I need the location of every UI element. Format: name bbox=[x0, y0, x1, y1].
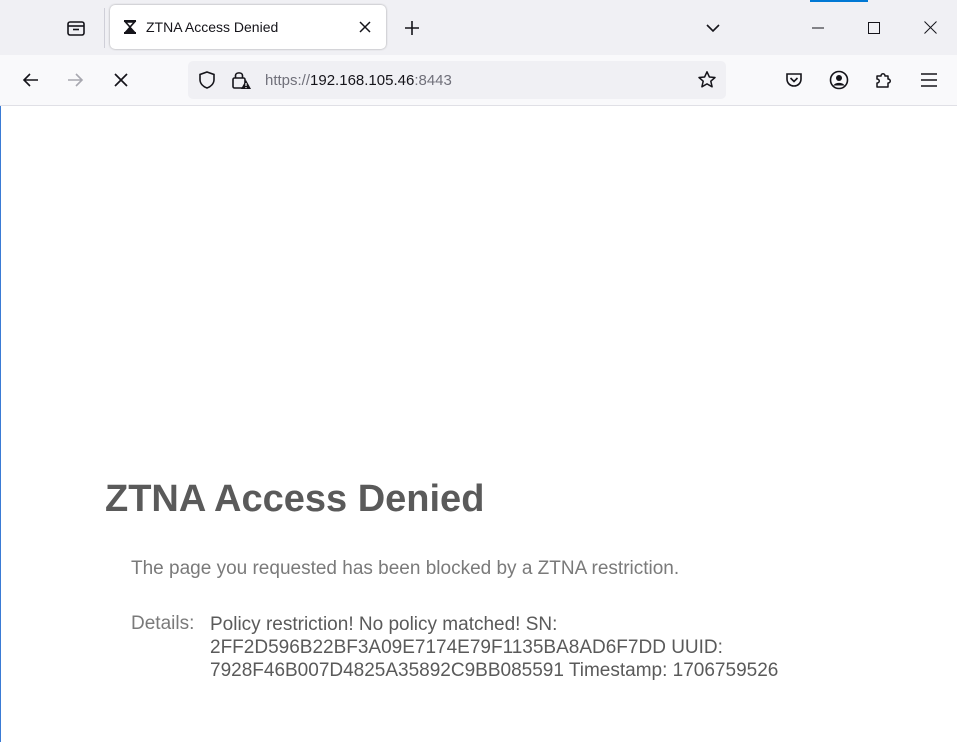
app-menu-button[interactable] bbox=[913, 64, 945, 96]
details-line: 7928F46B007D4825A35892C9BB085591 Timesta… bbox=[210, 660, 779, 681]
hamburger-menu-icon bbox=[921, 73, 937, 87]
tab-bar: ZTNA Access Denied bbox=[0, 0, 957, 55]
plus-icon bbox=[404, 20, 420, 36]
tab-list-button[interactable] bbox=[60, 12, 92, 44]
star-icon[interactable] bbox=[697, 70, 717, 90]
tab-active[interactable]: ZTNA Access Denied bbox=[110, 5, 386, 49]
forward-button[interactable] bbox=[59, 64, 91, 96]
url-port: :8443 bbox=[414, 72, 452, 89]
stop-button[interactable] bbox=[105, 64, 137, 96]
list-all-tabs-button[interactable] bbox=[697, 12, 729, 44]
url-host: 192.168.105.46 bbox=[310, 72, 415, 89]
new-tab-button[interactable] bbox=[396, 12, 428, 44]
maximize-icon bbox=[868, 21, 880, 34]
maximize-button[interactable] bbox=[851, 0, 897, 55]
details-line: 2FF2D596B22BF3A09E7174E79F1135BA8AD6F7DD… bbox=[210, 637, 723, 658]
navigation-toolbar: https://192.168.105.46:8443 bbox=[0, 55, 957, 106]
details-line: Policy restriction! No policy matched! S… bbox=[210, 614, 558, 635]
extensions-button[interactable] bbox=[868, 64, 900, 96]
back-button[interactable] bbox=[15, 64, 47, 96]
tab-separator bbox=[104, 8, 105, 48]
pocket-icon bbox=[785, 71, 803, 89]
arrow-right-icon bbox=[66, 71, 84, 89]
details-label: Details: bbox=[131, 613, 195, 634]
window-left-border bbox=[0, 106, 1, 742]
tab-close-button[interactable] bbox=[354, 16, 376, 38]
account-icon bbox=[829, 70, 849, 90]
hourglass-icon bbox=[121, 18, 139, 36]
page-title: ZTNA Access Denied bbox=[105, 478, 485, 520]
close-icon bbox=[359, 21, 371, 33]
pocket-button[interactable] bbox=[778, 64, 810, 96]
address-bar[interactable]: https://192.168.105.46:8443 bbox=[188, 61, 726, 99]
shield-icon[interactable] bbox=[197, 70, 217, 90]
minimize-button[interactable] bbox=[795, 0, 841, 55]
block-message: The page you requested has been blocked … bbox=[131, 558, 680, 579]
url-scheme: https:// bbox=[265, 72, 311, 89]
details-value: Policy restriction! No policy matched! S… bbox=[210, 613, 830, 682]
url-text[interactable]: https://192.168.105.46:8443 bbox=[265, 72, 452, 89]
close-window-button[interactable] bbox=[907, 0, 953, 55]
stop-icon bbox=[113, 72, 129, 88]
tab-title: ZTNA Access Denied bbox=[146, 19, 279, 35]
lock-warning-icon[interactable] bbox=[230, 70, 252, 90]
puzzle-icon bbox=[874, 70, 894, 90]
chevron-down-icon bbox=[705, 20, 721, 36]
minimize-icon bbox=[812, 22, 824, 34]
account-button[interactable] bbox=[823, 64, 855, 96]
tab-list-icon bbox=[66, 18, 86, 38]
close-icon bbox=[923, 21, 937, 34]
arrow-left-icon bbox=[22, 71, 40, 89]
